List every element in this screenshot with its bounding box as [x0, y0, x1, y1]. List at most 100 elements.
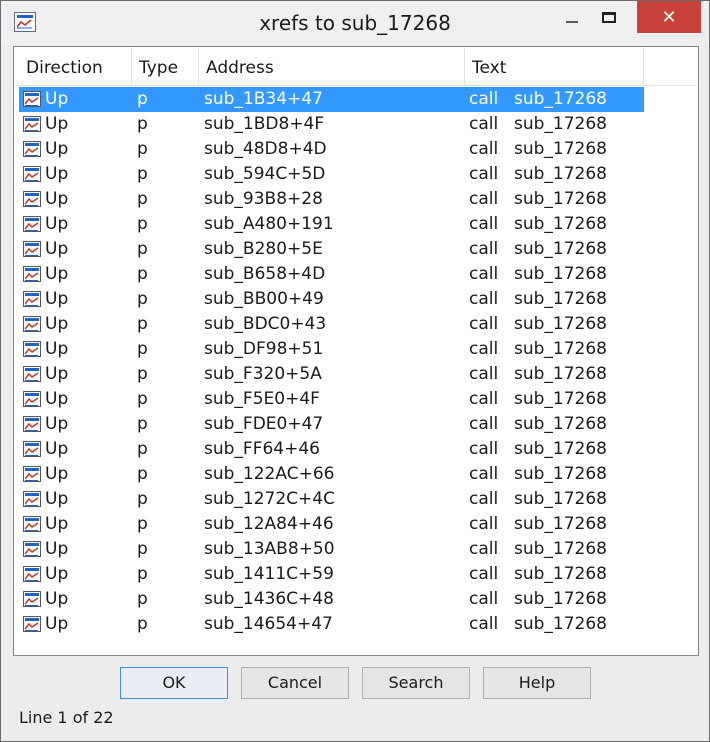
- table-row[interactable]: Up p sub_1272C+4C call sub_17268: [19, 487, 644, 512]
- title-bar[interactable]: xrefs to sub_17268 ✕: [1, 1, 709, 45]
- target-cell: sub_17268: [514, 489, 608, 509]
- table-row[interactable]: Up p sub_F5E0+4F call sub_17268: [19, 387, 644, 412]
- instruction-cell: call: [469, 414, 499, 434]
- table-row[interactable]: Up p sub_594C+5D call sub_17268: [19, 162, 644, 187]
- xref-entry-icon: [23, 216, 41, 232]
- list-header: Direction Type Address Text: [14, 47, 698, 86]
- instruction-cell: call: [469, 314, 499, 334]
- type-cell: p: [137, 264, 148, 284]
- xrefs-dialog: xrefs to sub_17268 ✕ Direction Type Addr…: [0, 0, 710, 742]
- type-cell: p: [137, 489, 148, 509]
- table-row[interactable]: Up p sub_B280+5E call sub_17268: [19, 237, 644, 262]
- xref-entry-icon: [23, 191, 41, 207]
- instruction-cell: call: [469, 139, 499, 159]
- type-cell: p: [137, 389, 148, 409]
- address-cell: sub_1B34+47: [204, 89, 323, 109]
- table-row[interactable]: Up p sub_122AC+66 call sub_17268: [19, 462, 644, 487]
- direction-cell: Up: [45, 139, 69, 159]
- xref-entry-icon: [23, 166, 41, 182]
- type-cell: p: [137, 439, 148, 459]
- column-header-text[interactable]: Text: [465, 47, 644, 85]
- table-row[interactable]: Up p sub_FDE0+47 call sub_17268: [19, 412, 644, 437]
- table-row[interactable]: Up p sub_1436C+48 call sub_17268: [19, 587, 644, 612]
- type-cell: p: [137, 114, 148, 134]
- xref-entry-icon: [23, 316, 41, 332]
- table-row[interactable]: Up p sub_BB00+49 call sub_17268: [19, 287, 644, 312]
- direction-cell: Up: [45, 439, 69, 459]
- maximize-button[interactable]: [595, 1, 633, 33]
- direction-cell: Up: [45, 564, 69, 584]
- close-icon: ✕: [661, 7, 677, 28]
- minimize-button[interactable]: [553, 1, 591, 33]
- type-cell: p: [137, 239, 148, 259]
- address-cell: sub_B280+5E: [204, 239, 323, 259]
- xref-entry-icon: [23, 416, 41, 432]
- xref-entry-icon: [23, 441, 41, 457]
- direction-cell: Up: [45, 89, 69, 109]
- xref-entry-icon: [23, 91, 41, 107]
- address-cell: sub_1411C+59: [204, 564, 334, 584]
- instruction-cell: call: [469, 264, 499, 284]
- table-row[interactable]: Up p sub_1BD8+4F call sub_17268: [19, 112, 644, 137]
- instruction-cell: call: [469, 589, 499, 609]
- column-header-type[interactable]: Type: [132, 47, 199, 85]
- instruction-cell: call: [469, 89, 499, 109]
- column-header-direction[interactable]: Direction: [19, 47, 132, 85]
- column-header-address[interactable]: Address: [199, 47, 465, 85]
- search-button[interactable]: Search: [362, 667, 470, 699]
- table-row[interactable]: Up p sub_F320+5A call sub_17268: [19, 362, 644, 387]
- target-cell: sub_17268: [514, 214, 608, 234]
- table-row[interactable]: Up p sub_A480+191 call sub_17268: [19, 212, 644, 237]
- type-cell: p: [137, 589, 148, 609]
- help-button[interactable]: Help: [483, 667, 591, 699]
- direction-cell: Up: [45, 214, 69, 234]
- instruction-cell: call: [469, 389, 499, 409]
- type-cell: p: [137, 364, 148, 384]
- table-row[interactable]: Up p sub_1B34+47 call sub_17268: [19, 87, 644, 112]
- xref-entry-icon: [23, 141, 41, 157]
- table-row[interactable]: Up p sub_14654+47 call sub_17268: [19, 612, 644, 637]
- direction-cell: Up: [45, 464, 69, 484]
- address-cell: sub_12A84+46: [204, 514, 334, 534]
- table-row[interactable]: Up p sub_48D8+4D call sub_17268: [19, 137, 644, 162]
- xref-entry-icon: [23, 391, 41, 407]
- instruction-cell: call: [469, 464, 499, 484]
- table-row[interactable]: Up p sub_BDC0+43 call sub_17268: [19, 312, 644, 337]
- cancel-button[interactable]: Cancel: [241, 667, 349, 699]
- type-cell: p: [137, 89, 148, 109]
- xref-list[interactable]: Direction Type Address Text Up p sub_1B34+…: [13, 46, 699, 656]
- address-cell: sub_FDE0+47: [204, 414, 324, 434]
- xref-entry-icon: [23, 516, 41, 532]
- minimize-icon: [566, 21, 578, 23]
- instruction-cell: call: [469, 564, 499, 584]
- address-cell: sub_1BD8+4F: [204, 114, 325, 134]
- instruction-cell: call: [469, 489, 499, 509]
- close-button[interactable]: ✕: [637, 1, 701, 33]
- type-cell: p: [137, 414, 148, 434]
- table-row[interactable]: Up p sub_13AB8+50 call sub_17268: [19, 537, 644, 562]
- target-cell: sub_17268: [514, 114, 608, 134]
- xref-entry-icon: [23, 366, 41, 382]
- direction-cell: Up: [45, 239, 69, 259]
- table-row[interactable]: Up p sub_DF98+51 call sub_17268: [19, 337, 644, 362]
- direction-cell: Up: [45, 314, 69, 334]
- type-cell: p: [137, 314, 148, 334]
- type-cell: p: [137, 189, 148, 209]
- maximize-icon: [602, 12, 616, 23]
- table-row[interactable]: Up p sub_12A84+46 call sub_17268: [19, 512, 644, 537]
- table-row[interactable]: Up p sub_FF64+46 call sub_17268: [19, 437, 644, 462]
- direction-cell: Up: [45, 264, 69, 284]
- ok-button[interactable]: OK: [120, 667, 228, 699]
- table-row[interactable]: Up p sub_93B8+28 call sub_17268: [19, 187, 644, 212]
- type-cell: p: [137, 339, 148, 359]
- address-cell: sub_B658+4D: [204, 264, 326, 284]
- direction-cell: Up: [45, 164, 69, 184]
- type-cell: p: [137, 289, 148, 309]
- type-cell: p: [137, 564, 148, 584]
- table-row[interactable]: Up p sub_B658+4D call sub_17268: [19, 262, 644, 287]
- address-cell: sub_13AB8+50: [204, 539, 335, 559]
- target-cell: sub_17268: [514, 464, 608, 484]
- table-row[interactable]: Up p sub_1411C+59 call sub_17268: [19, 562, 644, 587]
- type-cell: p: [137, 164, 148, 184]
- direction-cell: Up: [45, 189, 69, 209]
